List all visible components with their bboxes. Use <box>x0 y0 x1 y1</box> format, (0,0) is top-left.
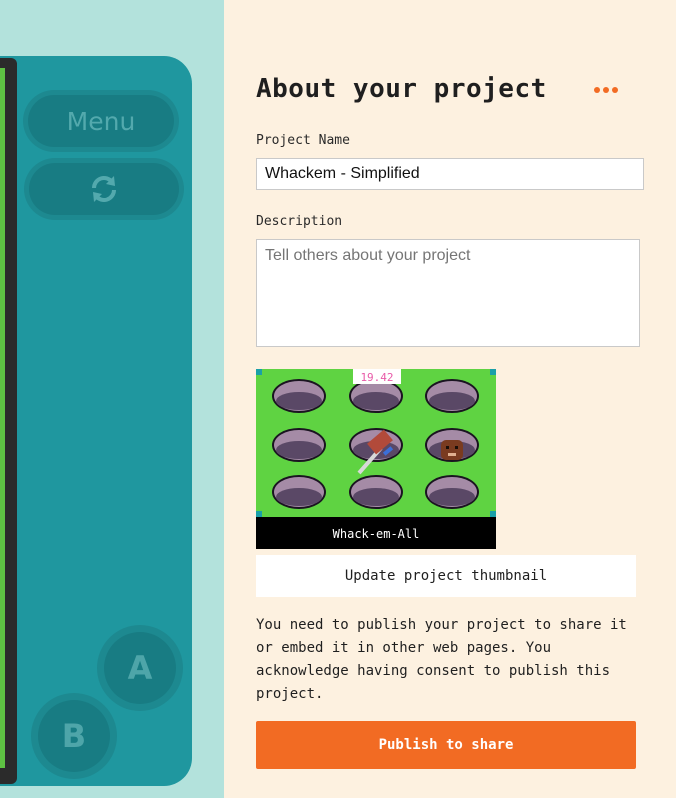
mole-sprite <box>441 440 463 460</box>
menu-button-label: Menu <box>66 106 136 136</box>
project-details-panel: About your project Project Name Descript… <box>224 0 676 798</box>
restart-button[interactable] <box>29 163 179 215</box>
project-name-label: Project Name <box>256 133 350 148</box>
game-screen-edge <box>0 58 17 784</box>
panel-title: About your project <box>256 74 547 104</box>
project-name-input[interactable] <box>256 158 644 190</box>
thumbnail-score: 19.42 <box>360 371 393 384</box>
b-button[interactable]: B <box>38 700 110 772</box>
menu-button[interactable]: Menu <box>28 95 174 147</box>
publish-notice: You need to publish your project to shar… <box>256 617 627 702</box>
a-button[interactable]: A <box>104 632 176 704</box>
a-button-label: A <box>127 649 153 687</box>
project-thumbnail: 19.42 Whack-em-All <box>256 369 496 549</box>
b-button-label: B <box>61 717 87 755</box>
description-label: Description <box>256 214 343 229</box>
update-thumbnail-button[interactable]: Update project thumbnail <box>256 555 636 597</box>
more-dots-icon[interactable] <box>594 84 620 98</box>
simulator: Menu A B <box>0 0 224 798</box>
description-textarea[interactable] <box>256 239 640 347</box>
refresh-icon <box>92 176 116 202</box>
publish-button[interactable]: Publish to share <box>256 721 636 769</box>
thumbnail-game-title: Whack-em-All <box>333 527 420 541</box>
